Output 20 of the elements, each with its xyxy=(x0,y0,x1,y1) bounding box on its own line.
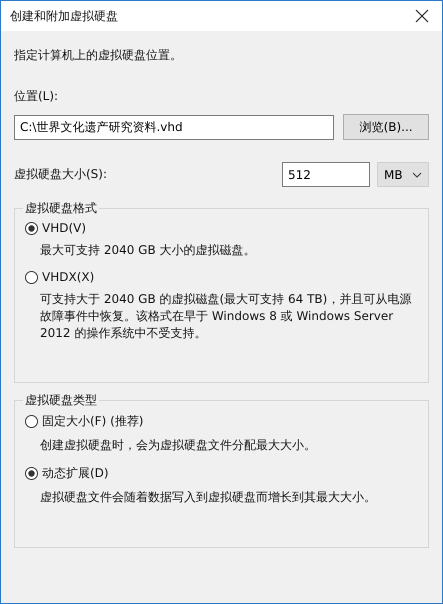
browse-button[interactable]: 浏览(B)... xyxy=(343,114,429,140)
location-field[interactable]: C:\世界文化遗产研究资料.vhd xyxy=(14,114,334,140)
radio-option[interactable]: 固定大小(F) (推荐) xyxy=(25,413,144,430)
window-title: 创建和附加虚拟硬盘 xyxy=(10,8,118,24)
option-description: 最大可支持 2040 GB 大小的虚拟磁盘。 xyxy=(40,242,256,259)
option-description: 虚拟硬盘文件会随着数据写入到虚拟硬盘而增长到其最大大小。 xyxy=(40,489,376,506)
option-description: 可支持大于 2040 GB 的虚拟磁盘(最大可支持 64 TB)，并且可从电源故障事件中恢复。该格式在早于 Windows 8 或 Windows Server 2012 的操作系统中不受支持。 xyxy=(40,291,412,342)
unit-dropdown[interactable]: MB xyxy=(377,162,429,187)
group-title: 虚拟硬盘格式 xyxy=(23,200,99,217)
group-title: 虚拟硬盘类型 xyxy=(23,392,99,409)
size-field[interactable]: 512 xyxy=(282,162,370,187)
caret-icon xyxy=(412,172,422,178)
radio-option[interactable]: VHDX(X) xyxy=(25,270,94,284)
size-label: 虚拟硬盘大小(S): xyxy=(14,166,108,183)
location-label: 位置(L): xyxy=(14,88,58,105)
instruction-text: 指定计算机上的虚拟硬盘位置。 xyxy=(14,47,183,64)
radio-option[interactable]: 动态扩展(D) xyxy=(25,465,109,482)
close-icon[interactable] xyxy=(415,9,429,23)
option-description: 创建虚拟硬盘时，会为虚拟硬盘文件分配最大大小。 xyxy=(40,437,316,454)
radio-option[interactable]: VHD(V) xyxy=(25,221,86,235)
